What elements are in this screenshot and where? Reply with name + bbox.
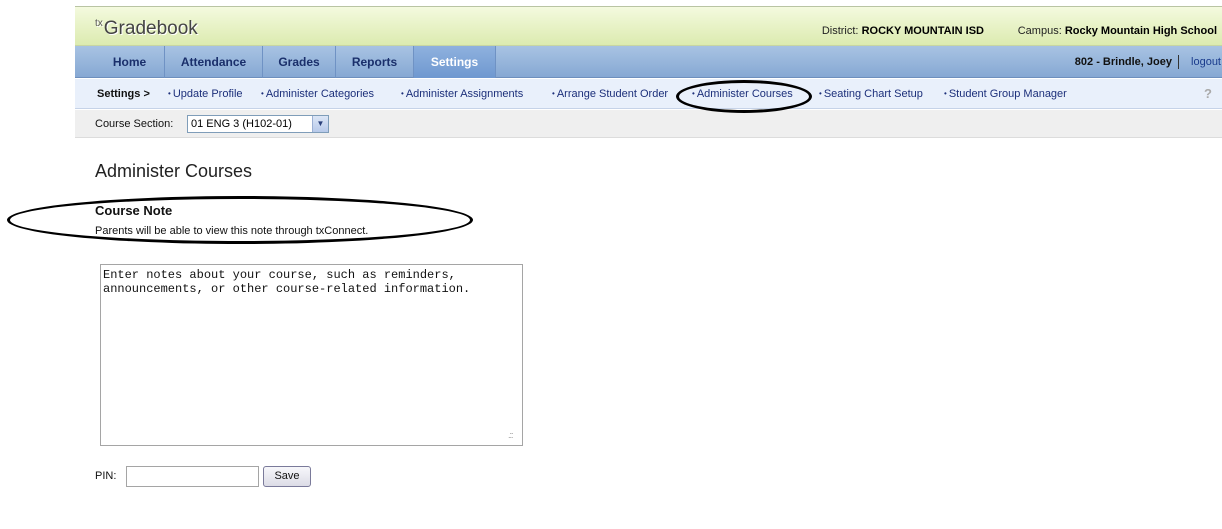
course-note-textarea[interactable]: Enter notes about your course, such as r…: [100, 264, 523, 446]
subnav-administer-assignments[interactable]: Administer Assignments: [401, 79, 523, 110]
subnav-administer-courses[interactable]: Administer Courses: [692, 79, 793, 110]
nav-attendance[interactable]: Attendance: [165, 46, 263, 78]
pin-label: PIN:: [95, 470, 117, 482]
user-name: 802 - Brindle, Joey: [1074, 56, 1172, 68]
settings-subnav: Settings > Update Profile Administer Cat…: [75, 79, 1222, 109]
logout-link[interactable]: logout: [1191, 46, 1221, 78]
district-info: District: ROCKY MOUNTAIN ISD: [822, 25, 984, 37]
nav-settings[interactable]: Settings: [414, 46, 496, 78]
subnav-arrange-student-order[interactable]: Arrange Student Order: [552, 79, 668, 110]
campus-value: Rocky Mountain High School: [1064, 25, 1217, 37]
course-note-description: Parents will be able to view this note t…: [95, 225, 369, 237]
nav-divider: [1178, 55, 1179, 69]
campus-info: Campus: Rocky Mountain High School: [1018, 25, 1217, 37]
campus-label: Campus:: [1017, 25, 1062, 37]
breadcrumb: Settings >: [97, 88, 150, 100]
save-button[interactable]: Save: [263, 466, 311, 487]
subnav-administer-categories[interactable]: Administer Categories: [261, 79, 374, 110]
app-header: txGradebook District: ROCKY MOUNTAIN ISD…: [75, 7, 1222, 46]
course-section-label: Course Section:: [95, 118, 174, 130]
pin-input[interactable]: [126, 466, 259, 487]
course-note-title: Course Note: [95, 203, 173, 218]
nav-grades[interactable]: Grades: [263, 46, 336, 78]
district-value: ROCKY MOUNTAIN ISD: [861, 25, 984, 37]
main-nav: Home Attendance Grades Reports Settings …: [75, 46, 1222, 78]
course-section-select[interactable]: 01 ENG 3 (H102-01) ▼: [187, 115, 329, 133]
subnav-student-group-manager[interactable]: Student Group Manager: [944, 79, 1067, 110]
chevron-down-icon[interactable]: ▼: [312, 116, 328, 132]
district-label: District:: [821, 25, 859, 37]
subnav-seating-chart-setup[interactable]: Seating Chart Setup: [819, 79, 923, 110]
question-icon[interactable]: ?: [1202, 86, 1214, 102]
course-section-bar: Course Section: 01 ENG 3 (H102-01) ▼: [75, 110, 1222, 138]
subnav-update-profile[interactable]: Update Profile: [168, 79, 243, 110]
course-section-value: 01 ENG 3 (H102-01): [191, 118, 292, 130]
logo-prefix: tx: [95, 18, 103, 29]
nav-home[interactable]: Home: [95, 46, 165, 78]
app-logo: txGradebook: [95, 18, 198, 40]
nav-reports[interactable]: Reports: [336, 46, 414, 78]
page-title: Administer Courses: [95, 161, 253, 181]
resize-grip-icon[interactable]: .::: [508, 430, 513, 440]
logo-name: Gradebook: [103, 18, 198, 39]
